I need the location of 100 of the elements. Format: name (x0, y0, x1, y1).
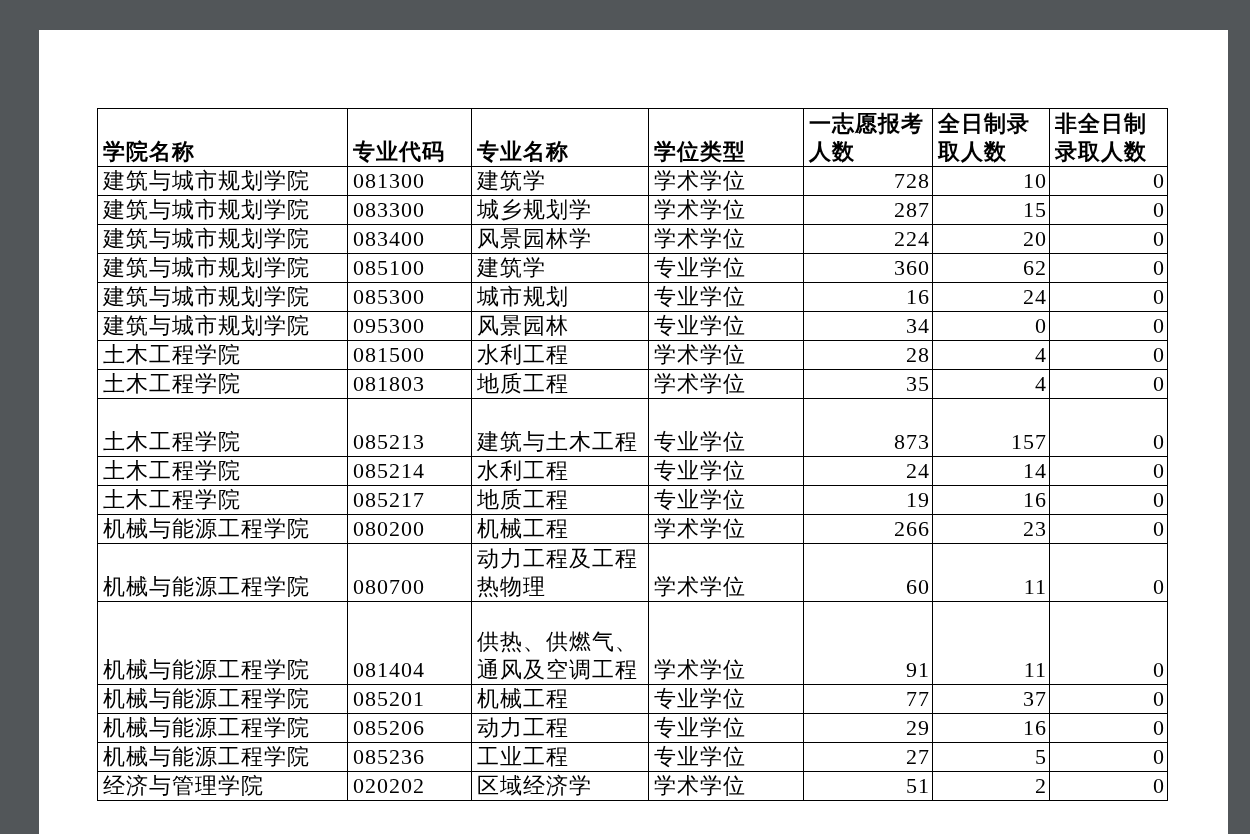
table-cell: 080700 (347, 543, 472, 602)
table-cell: 建筑与城市规划学院 (97, 311, 348, 341)
table-cell: 28 (803, 340, 933, 370)
table-cell: 080200 (347, 514, 472, 544)
table-cell: 083400 (347, 224, 472, 254)
table-cell: 085206 (347, 713, 472, 743)
table-cell: 62 (932, 253, 1050, 283)
table-cell: 机械与能源工程学院 (97, 684, 348, 714)
table-cell: 建筑与城市规划学院 (97, 282, 348, 312)
table-cell: 城乡规划学 (471, 195, 649, 225)
table-cell: 085214 (347, 456, 472, 486)
column-header: 学院名称 (97, 108, 348, 167)
table-cell: 建筑与城市规划学院 (97, 166, 348, 196)
table-cell: 0 (1049, 713, 1168, 743)
table-cell: 专业学位 (648, 742, 804, 772)
table-cell: 24 (803, 456, 933, 486)
table-cell: 专业学位 (648, 684, 804, 714)
table-cell: 学术学位 (648, 514, 804, 544)
column-header: 非全日制录取人数 (1049, 108, 1168, 167)
table-cell: 0 (1049, 340, 1168, 370)
table-cell: 085201 (347, 684, 472, 714)
table-cell: 157 (932, 398, 1050, 457)
table-cell: 4 (932, 340, 1050, 370)
table-cell: 081500 (347, 340, 472, 370)
table-cell: 083300 (347, 195, 472, 225)
table-cell: 91 (803, 601, 933, 685)
table-cell: 085100 (347, 253, 472, 283)
table-cell: 085300 (347, 282, 472, 312)
table-cell: 机械工程 (471, 684, 649, 714)
table-cell: 专业学位 (648, 311, 804, 341)
table-cell: 专业学位 (648, 398, 804, 457)
table-cell: 0 (1049, 601, 1168, 685)
table-cell: 34 (803, 311, 933, 341)
table-cell: 51 (803, 771, 933, 801)
table-cell: 专业学位 (648, 456, 804, 486)
table-cell: 23 (932, 514, 1050, 544)
table-cell: 360 (803, 253, 933, 283)
table-cell: 专业学位 (648, 713, 804, 743)
table-cell: 24 (932, 282, 1050, 312)
table-cell: 0 (1049, 771, 1168, 801)
table-cell: 建筑学 (471, 253, 649, 283)
table-cell: 37 (932, 684, 1050, 714)
table-cell: 机械与能源工程学院 (97, 742, 348, 772)
table-cell: 085213 (347, 398, 472, 457)
table-cell: 0 (1049, 514, 1168, 544)
table-cell: 0 (1049, 253, 1168, 283)
table-cell: 77 (803, 684, 933, 714)
table-cell: 224 (803, 224, 933, 254)
table-cell: 14 (932, 456, 1050, 486)
table-cell: 风景园林 (471, 311, 649, 341)
table-cell: 风景园林学 (471, 224, 649, 254)
table-cell: 动力工程及工程热物理 (471, 543, 649, 602)
table-cell: 学术学位 (648, 543, 804, 602)
table-cell: 0 (1049, 684, 1168, 714)
table-cell: 学术学位 (648, 369, 804, 399)
table-cell: 16 (932, 485, 1050, 515)
table-cell: 机械与能源工程学院 (97, 514, 348, 544)
table-cell: 专业学位 (648, 253, 804, 283)
table-cell: 土木工程学院 (97, 456, 348, 486)
table-cell: 2 (932, 771, 1050, 801)
table-cell: 19 (803, 485, 933, 515)
table-cell: 0 (1049, 224, 1168, 254)
table-cell: 机械与能源工程学院 (97, 601, 348, 685)
table-cell: 0 (1049, 195, 1168, 225)
column-header: 一志愿报考人数 (803, 108, 933, 167)
table-cell: 081803 (347, 369, 472, 399)
table-cell: 建筑与城市规划学院 (97, 253, 348, 283)
table-cell: 土木工程学院 (97, 398, 348, 457)
table-cell: 机械与能源工程学院 (97, 543, 348, 602)
table-cell: 地质工程 (471, 485, 649, 515)
table-cell: 0 (1049, 742, 1168, 772)
table-cell: 35 (803, 369, 933, 399)
table-cell: 建筑与城市规划学院 (97, 195, 348, 225)
table-cell: 土木工程学院 (97, 340, 348, 370)
table-cell: 建筑与土木工程 (471, 398, 649, 457)
table-cell: 专业学位 (648, 485, 804, 515)
table-cell: 机械工程 (471, 514, 649, 544)
table-cell: 经济与管理学院 (97, 771, 348, 801)
table-cell: 081404 (347, 601, 472, 685)
table-cell: 29 (803, 713, 933, 743)
table-cell: 873 (803, 398, 933, 457)
table-cell: 学术学位 (648, 601, 804, 685)
table-cell: 20 (932, 224, 1050, 254)
table-cell: 0 (1049, 543, 1168, 602)
column-header: 专业名称 (471, 108, 649, 167)
table-cell: 区域经济学 (471, 771, 649, 801)
table-cell: 0 (1049, 369, 1168, 399)
table-cell: 16 (803, 282, 933, 312)
table-cell: 水利工程 (471, 340, 649, 370)
table-cell: 土木工程学院 (97, 369, 348, 399)
table-cell: 建筑与城市规划学院 (97, 224, 348, 254)
table-cell: 095300 (347, 311, 472, 341)
table-cell: 266 (803, 514, 933, 544)
table-cell: 0 (1049, 282, 1168, 312)
table-cell: 学术学位 (648, 224, 804, 254)
table-cell: 水利工程 (471, 456, 649, 486)
table-cell: 供热、供燃气、通风及空调工程 (471, 601, 649, 685)
table-cell: 专业学位 (648, 282, 804, 312)
table-cell: 0 (1049, 398, 1168, 457)
table-cell: 020202 (347, 771, 472, 801)
